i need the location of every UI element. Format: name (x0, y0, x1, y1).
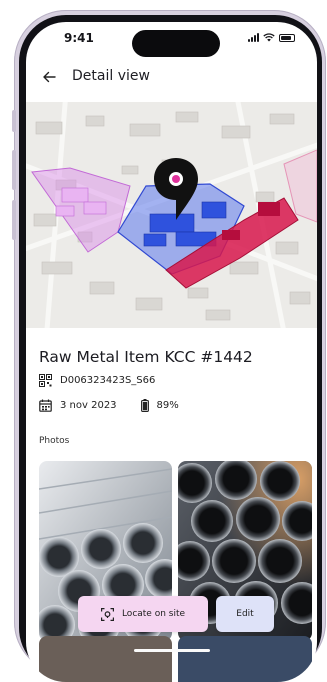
screen: 9:41 Detail view Raw Metal Item KCC #144… (26, 22, 317, 682)
photo-thumbnail-3[interactable] (39, 636, 172, 682)
item-code-row: D006323423S_S66 (39, 374, 155, 387)
map-illustration (26, 102, 317, 328)
signal-icon (248, 33, 259, 42)
nav-bar: Detail view (26, 62, 317, 92)
action-bar: Locate on site Edit (78, 596, 274, 632)
locate-target-icon (100, 607, 114, 621)
volume-up-button (12, 150, 16, 190)
edit-button[interactable]: Edit (216, 596, 274, 632)
battery-icon (140, 399, 149, 412)
photo-thumbnail-4[interactable] (178, 636, 312, 682)
photos-label: Photos (39, 436, 70, 446)
item-date: 3 nov 2023 (60, 400, 117, 411)
locate-on-site-label: Locate on site (121, 609, 186, 619)
qr-code-icon (39, 374, 52, 387)
status-icons (248, 33, 295, 42)
wifi-icon (263, 33, 275, 42)
status-time: 9:41 (64, 31, 94, 45)
item-title: Raw Metal Item KCC #1442 (39, 348, 253, 366)
side-button (12, 110, 16, 132)
back-button[interactable] (38, 66, 60, 88)
status-bar: 9:41 (26, 22, 317, 58)
site-map[interactable] (26, 102, 317, 328)
dynamic-island (132, 30, 220, 57)
battery-status-icon (279, 33, 295, 42)
arrow-left-icon (43, 71, 56, 83)
item-code: D006323423S_S66 (60, 375, 156, 386)
home-indicator[interactable] (134, 649, 210, 652)
item-meta-row: 3 nov 2023 89% (39, 399, 179, 412)
locate-on-site-button[interactable]: Locate on site (78, 596, 208, 632)
edit-label: Edit (236, 609, 254, 619)
calendar-icon (39, 399, 52, 412)
item-battery: 89% (156, 400, 179, 411)
volume-down-button (12, 200, 16, 240)
page-title: Detail view (72, 68, 150, 84)
